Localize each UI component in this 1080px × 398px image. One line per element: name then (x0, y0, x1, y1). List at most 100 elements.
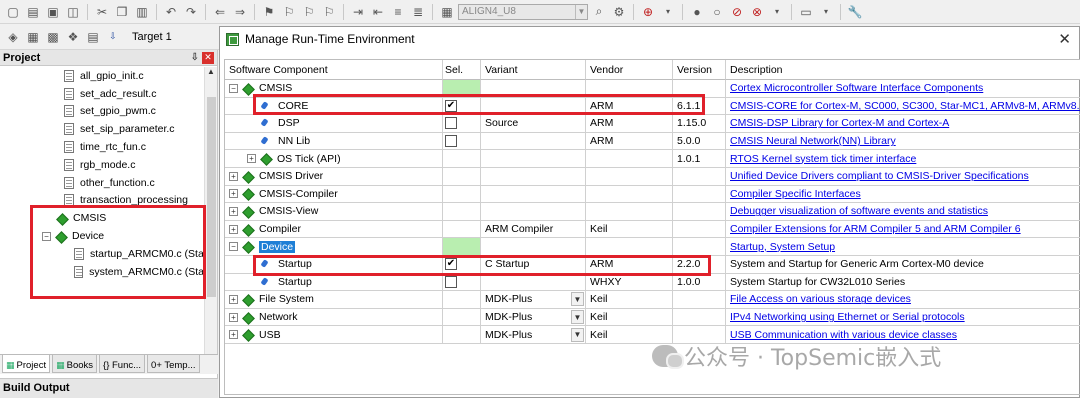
variant-cell[interactable]: MDK-Plus ▼ (481, 308, 586, 327)
component-row[interactable]: − CMSIS Cortex Microcontroller Software In… (225, 80, 1080, 98)
indent-icon[interactable]: ⇥ (349, 3, 367, 21)
breakpoint-insert-icon[interactable]: ● (688, 3, 706, 21)
translate-icon[interactable]: ◈ (4, 28, 22, 46)
tree-file-item[interactable]: rgb_mode.c (0, 156, 204, 174)
breakpoint-kill-icon[interactable]: ⊗ (748, 3, 766, 21)
description-link[interactable]: Startup, System Setup (730, 241, 835, 253)
description-link[interactable]: CMSIS Neural Network(NN) Library (730, 135, 896, 147)
expand-icon[interactable]: + (229, 330, 238, 340)
expand-icon[interactable]: + (229, 224, 238, 234)
select-checkbox[interactable] (445, 275, 457, 288)
new-file-icon[interactable]: ▢ (4, 3, 22, 21)
find-in-files-icon[interactable]: ▦ (438, 3, 456, 21)
description-cell[interactable]: Compiler Extensions for ARM Compiler 5 a… (726, 221, 1080, 239)
tree-group-device[interactable]: − Device (0, 227, 204, 245)
paste-icon[interactable]: ▥ (133, 3, 151, 21)
nav-forward-icon[interactable]: ⇒ (231, 3, 249, 21)
unindent-icon[interactable]: ⇤ (369, 3, 387, 21)
description-link[interactable]: Unified Device Drivers compliant to CMSI… (730, 170, 1029, 182)
description-link[interactable]: Debugger visualization of software event… (730, 205, 988, 217)
chevron-down-icon[interactable]: ▼ (571, 327, 584, 342)
component-row[interactable]: + OS Tick (API) 1.0.1 RTOS Kernel system ti… (225, 150, 1080, 168)
select-cell[interactable] (443, 115, 481, 133)
collapse-icon[interactable]: − (229, 242, 238, 252)
column-header[interactable]: Software Component (225, 60, 443, 80)
description-cell[interactable]: CMSIS-DSP Library for Cortex-M and Corte… (726, 115, 1080, 133)
incremental-find-icon[interactable]: ⚙ (610, 3, 628, 21)
save-icon[interactable]: ▣ (44, 3, 62, 21)
panel-tab[interactable]: ▦ Project (2, 355, 51, 373)
tree-group-cmsis[interactable]: CMSIS (0, 209, 204, 227)
breakpoint-disable-icon[interactable]: ⊘ (728, 3, 746, 21)
download-icon[interactable]: ⇩ (104, 28, 122, 46)
save-all-icon[interactable]: ◫ (64, 3, 82, 21)
select-cell[interactable] (443, 308, 481, 327)
description-cell[interactable]: Startup, System Setup (726, 238, 1080, 256)
tree-file-item[interactable]: time_rtc_fun.c (0, 138, 204, 156)
open-folder-icon[interactable]: ▤ (24, 3, 42, 21)
component-row[interactable]: + Network MDK-Plus ▼ Keil IPv4 Networking usi… (225, 308, 1080, 327)
batch-build-icon[interactable]: ❖ (64, 28, 82, 46)
variant-cell[interactable]: MDK-Plus ▼ (481, 326, 586, 344)
tree-file-item[interactable]: transaction_processing (0, 192, 204, 210)
redo-icon[interactable]: ↷ (182, 3, 200, 21)
component-row[interactable]: + Compiler ARM Compiler Keil Compiler Extens… (225, 220, 1080, 239)
rebuild-icon[interactable]: ▩ (44, 28, 62, 46)
description-cell[interactable]: IPv4 Networking using Ethernet or Serial… (726, 309, 1080, 327)
chevron-down-icon[interactable]: ▼ (571, 310, 584, 325)
select-checkbox-checked[interactable]: ✔ (445, 258, 457, 271)
select-cell[interactable] (443, 168, 481, 186)
select-cell[interactable] (443, 80, 481, 98)
bookmark-next-icon[interactable]: ⚐ (300, 3, 318, 21)
tree-file-item[interactable]: system_ARMCM0.c (Sta (0, 263, 204, 281)
component-row[interactable]: Startup ✔ C Startup ARM 2.2.0 System and Star… (225, 256, 1080, 274)
component-row[interactable]: − Device Startup, System Setup (225, 238, 1080, 256)
select-cell[interactable] (443, 326, 481, 344)
nav-back-icon[interactable]: ⇐ (211, 3, 229, 21)
select-checkbox-checked[interactable]: ✔ (445, 99, 457, 112)
description-cell[interactable]: Compiler Specific Interfaces (726, 186, 1080, 204)
bookmark-clear-icon[interactable]: ⚐ (320, 3, 338, 21)
select-cell[interactable] (443, 220, 481, 239)
component-row[interactable]: + CMSIS-Compiler Compiler Specific Interfa… (225, 185, 1080, 204)
breakpoint-enable-icon[interactable]: ○ (708, 3, 726, 21)
select-cell[interactable] (443, 132, 481, 151)
debug-dropdown-icon[interactable]: ▾ (659, 3, 677, 21)
column-header[interactable]: Description (726, 60, 1080, 80)
find-combo[interactable]: ALIGN4_U8 ▼ (458, 3, 588, 20)
column-header[interactable]: Variant (481, 60, 586, 80)
select-cell[interactable]: ✔ (443, 97, 481, 116)
comment-icon[interactable]: ≡ (389, 3, 407, 21)
panel-tab[interactable]: 0+ Temp... (147, 355, 200, 373)
description-link[interactable]: IPv4 Networking using Ethernet or Serial… (730, 311, 965, 323)
description-link[interactable]: RTOS Kernel system tick timer interface (730, 153, 916, 165)
panel-tab[interactable]: {} Func... (99, 355, 146, 373)
description-link[interactable]: USB Communication with various device cl… (730, 329, 957, 341)
tree-file-item[interactable]: all_gpio_init.c (0, 67, 204, 85)
undo-icon[interactable]: ↶ (162, 3, 180, 21)
description-link[interactable]: Compiler Specific Interfaces (730, 188, 861, 200)
description-cell[interactable]: CMSIS-CORE for Cortex-M, SC000, SC300, S… (726, 98, 1080, 116)
component-row[interactable]: CORE ✔ ARM 6.1.1 CMSIS-CORE for Cortex-M, SC… (225, 97, 1080, 116)
select-cell[interactable]: ✔ (443, 256, 481, 274)
description-cell[interactable]: Cortex Microcontroller Software Interfac… (726, 80, 1080, 98)
select-cell[interactable] (443, 203, 481, 221)
description-cell[interactable]: File Access on various storage devices (726, 291, 1080, 309)
chevron-down-icon[interactable]: ▼ (571, 292, 584, 307)
description-link[interactable]: Cortex Microcontroller Software Interfac… (730, 82, 983, 94)
description-link[interactable]: CMSIS-CORE for Cortex-M, SC000, SC300, S… (730, 100, 1080, 112)
column-header[interactable]: Sel. (443, 60, 481, 80)
scroll-up-icon[interactable]: ▲ (205, 67, 217, 80)
description-link[interactable]: File Access on various storage devices (730, 293, 911, 305)
expand-icon[interactable]: + (229, 312, 238, 322)
component-row[interactable]: + CMSIS Driver Unified Device Drivers comp… (225, 168, 1080, 186)
select-cell[interactable] (443, 150, 481, 168)
window-layout-icon[interactable]: ▭ (797, 3, 815, 21)
close-icon[interactable]: ✕ (202, 51, 214, 64)
expand-icon[interactable]: + (229, 189, 238, 199)
variant-cell[interactable]: MDK-Plus ▼ (481, 291, 586, 309)
view-dropdown-icon[interactable]: ▾ (768, 3, 786, 21)
expand-icon[interactable]: + (247, 154, 256, 164)
column-header[interactable]: Version (673, 60, 726, 80)
find-icon[interactable]: ⌕ (590, 3, 608, 21)
